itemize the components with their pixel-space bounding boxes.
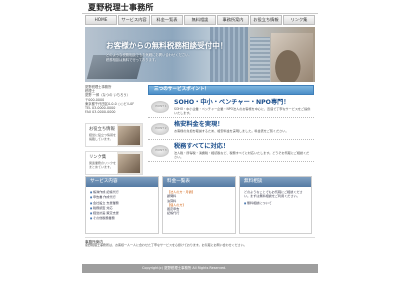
- useful-info-photo: [118, 126, 140, 145]
- header-divider: [82, 13, 318, 14]
- links-title: リンク集: [89, 155, 107, 160]
- office-fax: FAX 03-0000-0000: [85, 110, 116, 115]
- page: 夏野税理士事務所 HOME サービス内容 料金一覧表 無料相談 事務所案内 お役…: [82, 0, 318, 300]
- services-item[interactable]: その他税務業務: [90, 216, 154, 221]
- point-badge: POINT 2: [151, 123, 169, 135]
- point-text: お客様の負担を軽減するため、格安料金を実現しました。料金表をご覧ください。: [174, 129, 289, 133]
- copyright: Copyright(c) 夏野税理士事務所 All Rights Reserve…: [142, 266, 227, 270]
- office-about-text: 夏野税理士事務所は、お客様一人一人に合わせた丁寧なサービスを心掛けております。お…: [85, 243, 247, 248]
- hero-line-1: どのような税務相談でもお気軽にお問い合わせください。: [106, 53, 192, 57]
- nav-services[interactable]: サービス内容: [118, 15, 150, 25]
- fees-box-header[interactable]: 料金一覧表: [163, 177, 235, 187]
- fees-item: 記帳代行: [167, 211, 180, 216]
- footer: Copyright(c) 夏野税理士事務所 All Rights Reserve…: [82, 264, 318, 273]
- point-item: POINT 2 格安料金を実現！ お客様の負担を軽減するため、格安料金を実現しま…: [148, 119, 314, 140]
- point-item: POINT 3 税務すべてに対応！ 法人税・所得税・消費税・相続税など、税務すべ…: [148, 141, 314, 162]
- free-consult-link[interactable]: 無料相談について: [244, 201, 307, 206]
- main-nav: HOME サービス内容 料金一覧表 無料相談 事務所案内 お役立ち情報 リンク集: [85, 15, 315, 25]
- point-badge: POINT 1: [151, 101, 169, 113]
- point-title: 税務すべてに対応！: [174, 143, 230, 150]
- hero-banner: お客様からの無料税務相談受付中！ どのような税務相談でもお気軽にお問い合わせくだ…: [85, 27, 315, 82]
- free-consult-text: どのようなことでもお気軽にご相談ください。まずは無料相談をご利用ください。: [244, 190, 303, 199]
- hero-line-2: 税務相談は無料で行っております。: [106, 58, 159, 62]
- point-badge: POINT 3: [151, 145, 169, 157]
- hero-title: お客様からの無料税務相談受付中！: [106, 41, 228, 50]
- links-banner[interactable]: リンク集 関連業務のリンクをまとめています。: [85, 151, 143, 175]
- useful-info-text: 経営に役立つ情報を掲載しています。: [89, 133, 117, 141]
- free-consult-box: 無料相談 どのようなことでもお気軽にご相談ください。まずは無料相談をご利用くださ…: [239, 176, 312, 234]
- useful-info-banner[interactable]: お役立ち情報 経営に役立つ情報を掲載しています。: [85, 123, 143, 147]
- service-points-header: 三つのサービスポイント！: [148, 85, 314, 95]
- office-about: 事務所案内 夏野税理士事務所は、お客様一人一人に合わせた丁寧なサービスを心掛けて…: [85, 237, 315, 263]
- hero-building-image: [210, 27, 248, 82]
- point-item: POINT 1 SOHO・中小・ベンチャー・NPO専門！ SOHO・中小企業・ベ…: [148, 97, 314, 118]
- free-consult-box-header[interactable]: 無料相談: [240, 177, 311, 187]
- services-box-header[interactable]: サービス内容: [86, 177, 158, 187]
- useful-info-title: お役立ち情報: [89, 127, 115, 132]
- hero-building-image-2: [250, 37, 270, 82]
- nav-fees[interactable]: 料金一覧表: [151, 15, 183, 25]
- site-logo[interactable]: 夏野税理士事務所: [88, 1, 154, 13]
- nav-links[interactable]: リンク集: [283, 15, 315, 25]
- nav-free-consult[interactable]: 無料相談: [184, 15, 216, 25]
- point-title: 格安料金を実現！: [174, 121, 224, 128]
- links-photo: [118, 154, 140, 173]
- service-points-title: 三つのサービスポイント！: [154, 87, 210, 92]
- links-text: 関連業務のリンクをまとめています。: [89, 161, 117, 169]
- nav-useful-info[interactable]: お役立ち情報: [250, 15, 282, 25]
- hero-person-image: [271, 33, 313, 82]
- point-title: SOHO・中小・ベンチャー・NPO専門！: [174, 99, 290, 106]
- nav-office[interactable]: 事務所案内: [217, 15, 249, 25]
- point-text: 法人税・所得税・消費税・相続税など、税務すべてに対応いたします。どうぞお気軽にご…: [174, 151, 310, 159]
- services-box: サービス内容 帳簿作成 記帳代行 申告書 作成代行 会社設立 支援業務 税務調査…: [85, 176, 159, 234]
- fees-box: 料金一覧表 【法人の方・月額】 顧問料 決算料 【個人の方】 確定申告 記帳代行: [162, 176, 236, 234]
- sidebar: 夏野税理士事務所 税理士 夏野 一郎（なつの いちろう） 〒000-0000 東…: [85, 85, 143, 175]
- point-text: SOHO・中小企業・ベンチャー企業・NPO法人のお客様を中心に、迅速で丁寧なサー…: [174, 107, 311, 115]
- nav-home[interactable]: HOME: [85, 15, 117, 25]
